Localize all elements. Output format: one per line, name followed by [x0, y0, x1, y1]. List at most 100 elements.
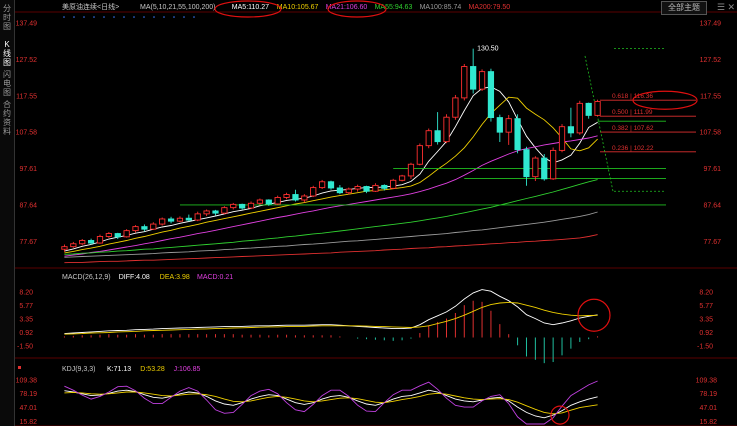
menu-icon[interactable]: ☰ [717, 2, 725, 13]
theme-button[interactable]: 全部主题 [661, 1, 707, 15]
marker-dot [73, 16, 75, 18]
candle-body [461, 66, 468, 99]
close-icon[interactable]: ✕ [727, 2, 735, 13]
legend-ma-5: MA100:85.74 [420, 4, 462, 11]
candle-body [532, 157, 539, 178]
y-tick-left: 127.52 [16, 57, 38, 64]
candle-body [372, 184, 379, 192]
candle-body [567, 126, 575, 134]
candle-body [87, 240, 95, 244]
candle-body [247, 202, 255, 209]
candle-body [398, 175, 406, 181]
macd-y-tick-left: 5.77 [19, 303, 33, 310]
candle-body [523, 149, 530, 178]
candle-body [327, 181, 335, 189]
marker-dot [123, 16, 125, 18]
kdj-marker [18, 366, 21, 369]
candle-body [159, 218, 166, 225]
kdj-legend-1: K:71.13 [107, 366, 131, 373]
candle-body [141, 226, 148, 230]
macd-legend-3: MACD:0.21 [197, 274, 233, 281]
legend-ma-6: MA200:79.50 [469, 4, 511, 11]
fib-level-label: 0.382 | 107.62 [612, 125, 654, 132]
marker-dot [63, 16, 65, 18]
candle-body [496, 117, 503, 133]
candle-body [558, 126, 566, 151]
candle-body [318, 181, 326, 189]
ma-line-ma200 [64, 234, 598, 264]
kline-chart-canvas[interactable]: 美原油连续<日线> MA(5,10,21,55,100,200) MA5:110.2… [0, 0, 737, 426]
kdj-legend-0: KDJ(9,3,3) [62, 366, 95, 373]
marker-dot [93, 16, 95, 18]
candle-body [434, 130, 441, 143]
candle-body [345, 188, 352, 194]
kdj-y-tick-left: 78.19 [19, 391, 37, 398]
candle-body [176, 217, 184, 222]
macd-legend-1: DIFF:4.08 [119, 274, 150, 281]
macd-y-tick-right: -1.50 [697, 343, 713, 350]
marker-dot [113, 16, 115, 18]
candle-body [132, 226, 139, 232]
y-tick-left: 97.61 [19, 166, 37, 173]
y-tick-left: 77.67 [19, 239, 37, 246]
candle-body [470, 66, 477, 90]
macd-y-tick-left: -1.50 [17, 343, 33, 350]
marker-dot [143, 16, 145, 18]
macd-line-diff [64, 289, 598, 335]
y-tick-right: 117.55 [700, 93, 721, 100]
candle-body [407, 163, 415, 177]
macd-y-tick-right: 5.77 [699, 303, 713, 310]
candle-body [310, 187, 317, 197]
candle-body [336, 187, 344, 194]
macd-legend-2: DEA:3.98 [160, 274, 190, 281]
kdj-legend-3: J:106.85 [174, 366, 201, 373]
candle-body [585, 102, 592, 116]
candle-body [381, 184, 388, 189]
candle-body [550, 149, 557, 180]
candle-body [230, 203, 237, 209]
candle-body [487, 71, 495, 119]
marker-dot [133, 16, 135, 18]
candle-body [390, 179, 397, 189]
candle-body [185, 217, 192, 221]
macd-y-tick-left: 3.35 [19, 316, 33, 323]
candle-body [354, 186, 361, 190]
kdj-y-tick-right: 15.82 [699, 419, 717, 426]
candle-body [239, 203, 246, 209]
fib-level-label: 0.236 | 102.22 [612, 145, 654, 152]
y-tick-left: 87.64 [19, 202, 37, 209]
marker-dot [173, 16, 175, 18]
y-tick-left: 137.49 [16, 21, 38, 28]
kdj-legend-2: D:53.28 [140, 366, 165, 373]
candle-body [416, 145, 423, 165]
candle-body [167, 218, 175, 222]
kdj-y-tick-left: 15.82 [19, 419, 37, 426]
y-tick-right: 107.58 [700, 130, 722, 137]
candle-body [265, 199, 272, 205]
candle-body [203, 210, 210, 215]
macd-y-tick-right: 0.92 [699, 330, 713, 337]
kdj-line-d [64, 391, 598, 415]
candle-body [283, 194, 290, 198]
marker-dot [83, 16, 85, 18]
candle-body [194, 213, 201, 221]
candle-body [96, 236, 104, 244]
kdj-line-k [64, 389, 598, 419]
macd-y-tick-right: 3.35 [699, 316, 713, 323]
legend-ma-0: MA(5,10,21,55,100,200) [140, 4, 216, 11]
candle-body [443, 116, 450, 143]
marker-dot [103, 16, 105, 18]
macd-y-tick-right: 8.20 [699, 289, 713, 296]
candle-body [79, 240, 86, 245]
y-tick-left: 117.55 [16, 93, 37, 100]
legend-ma-4: MA55:94.63 [375, 4, 413, 11]
kdj-y-tick-right: 78.19 [699, 391, 717, 398]
candle-body [301, 195, 308, 201]
candle-body [514, 118, 521, 151]
y-tick-right: 127.52 [700, 57, 722, 64]
candle-body [274, 196, 281, 205]
y-tick-right: 97.61 [703, 166, 721, 173]
chart-title: 美原油连续<日线> [62, 2, 119, 11]
candle-body [123, 230, 130, 238]
marker-dot [163, 16, 165, 18]
